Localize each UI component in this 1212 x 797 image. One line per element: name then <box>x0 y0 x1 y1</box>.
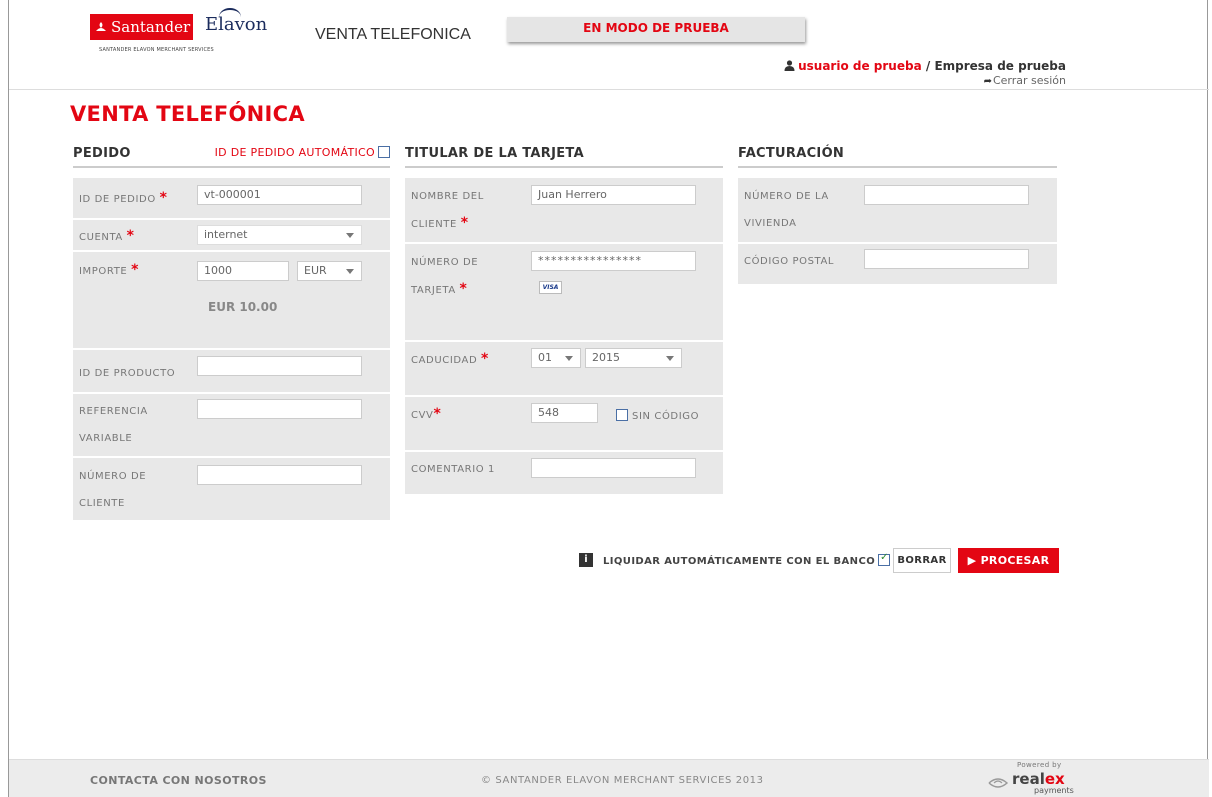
account-row: CUENTA * internet <box>73 220 390 252</box>
order-heading: PEDIDO ID DE PEDIDO AUTOMÁTICO <box>73 146 390 168</box>
auto-order-id-label: ID DE PEDIDO AUTOMÁTICO <box>214 146 375 159</box>
product-id-input[interactable] <box>197 356 362 376</box>
amount-input[interactable]: 1000 <box>197 261 289 281</box>
logo-subtitle: SANTANDER ELAVON MERCHANT SERVICES <box>99 47 214 53</box>
contact-link[interactable]: CONTACTA CON NOSOTROS <box>90 774 267 787</box>
order-fields: ID DE PEDIDO * vt-000001 CUENTA * intern… <box>73 178 390 522</box>
no-cvv-toggle[interactable]: SIN CÓDIGO <box>616 409 699 422</box>
house-number-row: NÚMERO DE LA VIVIENDA <box>738 178 1057 244</box>
variable-ref-input[interactable] <box>197 399 362 419</box>
realex-swirl-icon <box>988 778 1009 788</box>
billing-fields: NÚMERO DE LA VIVIENDA CÓDIGO POSTAL <box>738 178 1057 286</box>
account-label: CUENTA * <box>79 228 135 244</box>
auto-order-id-checkbox[interactable] <box>378 146 390 158</box>
customer-name-input[interactable]: Juan Herrero <box>531 185 696 205</box>
info-icon[interactable]: i <box>579 553 593 567</box>
auto-order-id-toggle[interactable]: ID DE PEDIDO AUTOMÁTICO <box>215 146 390 159</box>
currency-select[interactable]: EUR <box>297 261 362 281</box>
variable-ref-label: REFERENCIA VARIABLE <box>79 406 148 444</box>
process-button-label: PROCESAR <box>980 554 1050 567</box>
comment-label: COMENTARIO 1 <box>411 464 495 475</box>
process-button[interactable]: ▶ PROCESAR <box>958 548 1059 573</box>
card-number-row: NÚMERO DE TARJETA * **************** VISA <box>405 244 723 342</box>
billing-section: FACTURACIÓN NÚMERO DE LA VIVIENDA CÓDIGO … <box>738 146 1057 286</box>
no-cvv-label: SIN CÓDIGO <box>632 411 700 422</box>
company-name: Empresa de prueba <box>934 59 1066 73</box>
product-id-label: ID DE PRODUCTO <box>79 368 176 379</box>
app-title: VENTA TELEFONICA <box>315 26 471 43</box>
customer-name-label: NOMBRE DEL CLIENTE * <box>411 191 484 231</box>
customer-number-label: NÚMERO DE CLIENTE <box>79 471 147 509</box>
comment-input[interactable] <box>531 458 696 478</box>
cvv-label: CVV* <box>411 406 442 422</box>
visa-card-icon: VISA <box>539 281 562 294</box>
elavon-logo: Elavon <box>205 8 267 35</box>
customer-name-row: NOMBRE DEL CLIENTE * Juan Herrero <box>405 178 723 244</box>
house-number-input[interactable] <box>864 185 1029 205</box>
auto-settle-checkbox[interactable] <box>878 552 891 566</box>
product-id-row: ID DE PRODUCTO <box>73 350 390 394</box>
flame-icon <box>96 22 106 31</box>
page-frame: Santander Elavon SANTANDER ELAVON MERCHA… <box>8 0 1209 797</box>
realex-payments-text: payments <box>1034 786 1074 795</box>
auto-settle-toggle[interactable]: LIQUIDAR AUTOMÁTICAMENTE CON EL BANCO <box>603 552 891 567</box>
comment-row: COMENTARIO 1 <box>405 452 723 496</box>
card-number-label: NÚMERO DE TARJETA * <box>411 257 479 297</box>
clear-button[interactable]: BORRAR <box>893 548 951 573</box>
copyright-text: © SANTANDER ELAVON MERCHANT SERVICES 201… <box>481 775 764 786</box>
order-id-row: ID DE PEDIDO * vt-000001 <box>73 178 390 220</box>
auto-settle-label: LIQUIDAR AUTOMÁTICAMENTE CON EL BANCO <box>603 556 876 567</box>
account-select[interactable]: internet <box>197 225 362 245</box>
cardholder-fields: NOMBRE DEL CLIENTE * Juan Herrero NÚMERO … <box>405 178 723 496</box>
footer: CONTACTA CON NOSOTROS © SANTANDER ELAVON… <box>9 759 1209 797</box>
realex-logo: realex payments <box>987 772 1077 796</box>
santander-logo: Santander <box>90 14 193 40</box>
user-separator: / <box>925 59 931 73</box>
logout-link[interactable]: ➦Cerrar sesión <box>984 74 1066 87</box>
cardholder-heading: TITULAR DE LA TARJETA <box>405 146 723 168</box>
powered-by-text: Powered by <box>1017 761 1062 769</box>
logout-label: Cerrar sesión <box>992 74 1066 87</box>
order-heading-text: PEDIDO <box>73 146 131 161</box>
postcode-label: CÓDIGO POSTAL <box>744 256 835 267</box>
user-name-link[interactable]: usuario de prueba <box>798 59 922 73</box>
header: Santander Elavon SANTANDER ELAVON MERCHA… <box>9 0 1209 90</box>
share-arrow-icon: ➦ <box>983 76 992 87</box>
no-cvv-checkbox[interactable] <box>616 409 628 421</box>
page-title: VENTA TELEFÓNICA <box>70 102 305 126</box>
customer-number-input[interactable] <box>197 465 362 485</box>
house-number-label: NÚMERO DE LA VIVIENDA <box>744 191 829 229</box>
amount-row: IMPORTE * 1000 EUR EUR 10.00 <box>73 252 390 350</box>
play-icon: ▶ <box>967 554 977 567</box>
santander-logo-text: Santander <box>111 18 191 36</box>
postcode-row: CÓDIGO POSTAL <box>738 244 1057 286</box>
cvv-input[interactable]: 548 <box>531 403 598 423</box>
user-info: usuario de prueba / Empresa de prueba <box>784 59 1066 73</box>
customer-number-row: NÚMERO DE CLIENTE <box>73 458 390 522</box>
billing-heading: FACTURACIÓN <box>738 146 1057 168</box>
expiry-label: CADUCIDAD * <box>411 351 489 367</box>
elavon-swoosh-icon <box>219 8 241 26</box>
expiry-year-select[interactable]: 2015 <box>585 348 682 368</box>
order-id-label: ID DE PEDIDO * <box>79 190 168 206</box>
cardholder-section: TITULAR DE LA TARJETA NOMBRE DEL CLIENTE … <box>405 146 723 496</box>
realex-wordmark: realex <box>1012 770 1065 788</box>
expiry-row: CADUCIDAD * 01 2015 <box>405 342 723 397</box>
variable-ref-row: REFERENCIA VARIABLE <box>73 394 390 458</box>
form-actions: i LIQUIDAR AUTOMÁTICAMENTE CON EL BANCO … <box>571 547 1071 573</box>
amount-label: IMPORTE * <box>79 262 140 278</box>
cvv-row: CVV* 548 SIN CÓDIGO <box>405 397 723 452</box>
expiry-month-select[interactable]: 01 <box>531 348 581 368</box>
postcode-input[interactable] <box>864 249 1029 269</box>
amount-formatted: EUR 10.00 <box>208 300 278 314</box>
order-id-input[interactable]: vt-000001 <box>197 185 362 205</box>
test-mode-banner: EN MODO DE PRUEBA <box>507 17 805 42</box>
card-number-input[interactable]: **************** <box>531 251 696 271</box>
order-section: PEDIDO ID DE PEDIDO AUTOMÁTICO ID DE PED… <box>73 146 390 522</box>
user-icon <box>784 60 795 71</box>
